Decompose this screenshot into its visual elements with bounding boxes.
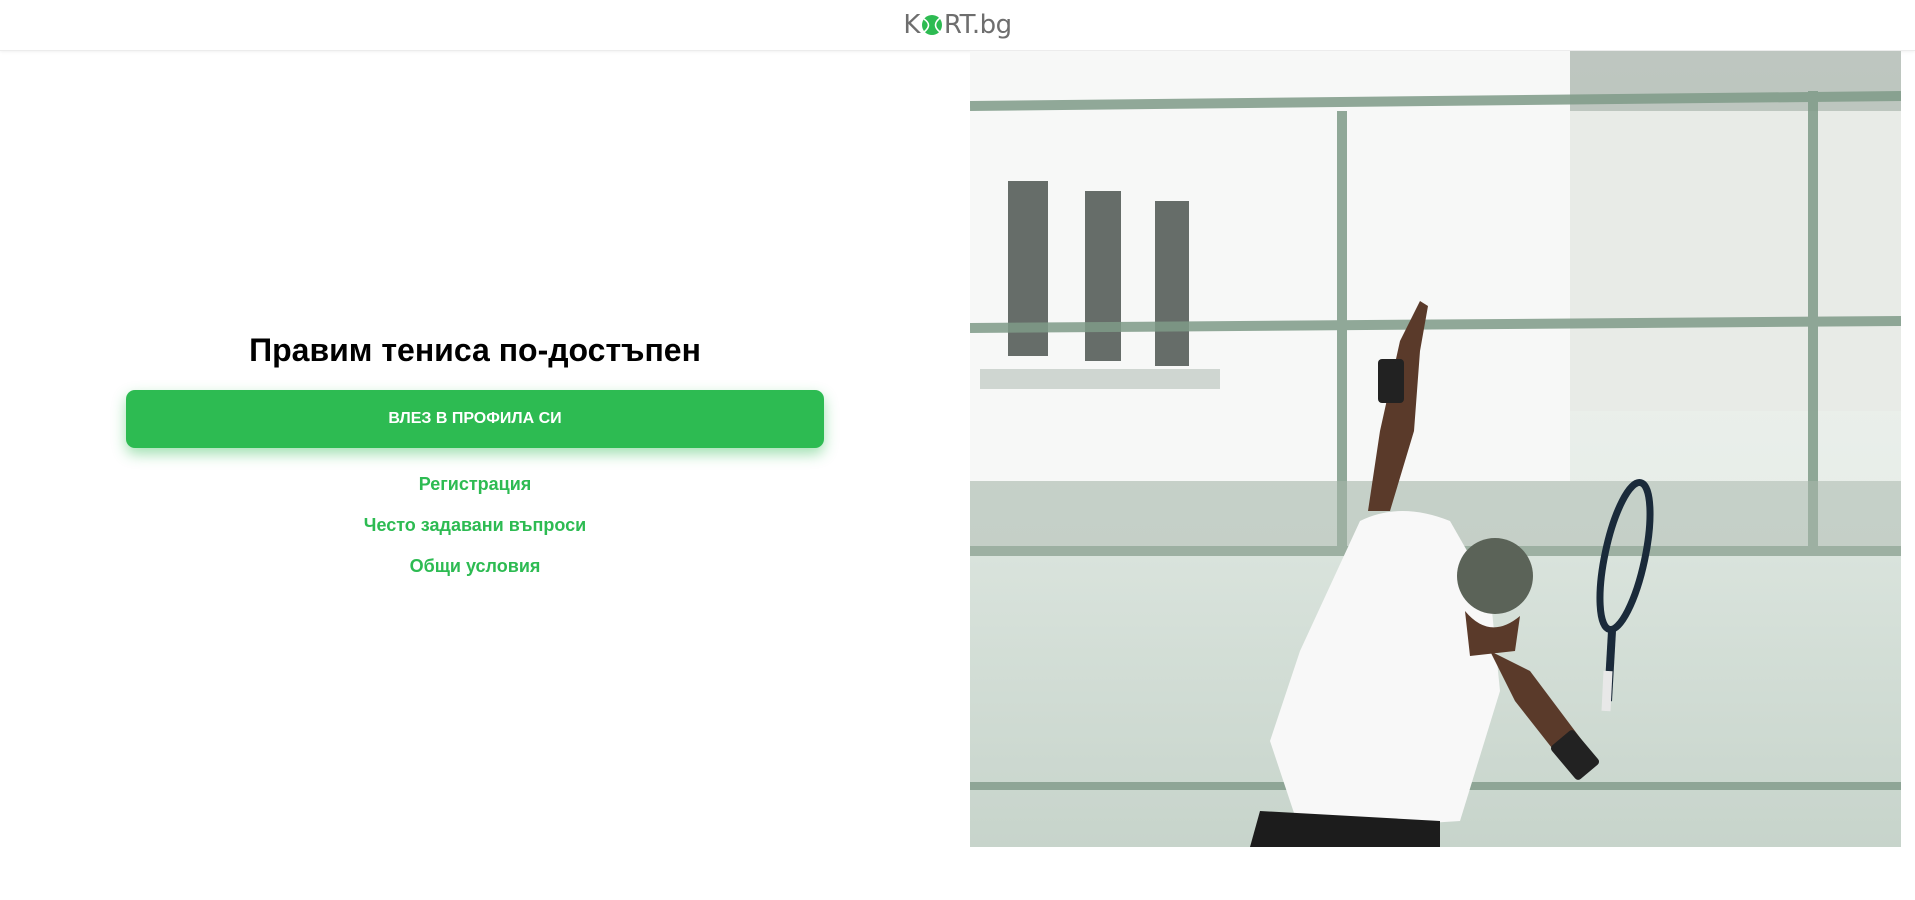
- logo-text-k: K: [903, 10, 920, 40]
- top-bar: K RT.bg: [0, 0, 1915, 51]
- logo-text-rest: RT.bg: [943, 10, 1012, 40]
- kort-logo[interactable]: K RT.bg: [903, 10, 1012, 40]
- login-button[interactable]: ВЛЕЗ В ПРОФИЛА СИ: [126, 390, 824, 448]
- tennis-ball-icon: [921, 15, 942, 35]
- faq-link[interactable]: Често задавани въпроси: [0, 515, 950, 536]
- tennis-player-photo: [970, 51, 1901, 847]
- page-title: Правим тениса по-достъпен: [249, 332, 701, 368]
- login-panel: Правим тениса по-достъпен ВЛЕЗ В ПРОФИЛА…: [0, 51, 950, 900]
- hero-image: [970, 51, 1901, 847]
- register-link[interactable]: Регистрация: [0, 474, 950, 495]
- terms-link[interactable]: Общи условия: [0, 556, 950, 577]
